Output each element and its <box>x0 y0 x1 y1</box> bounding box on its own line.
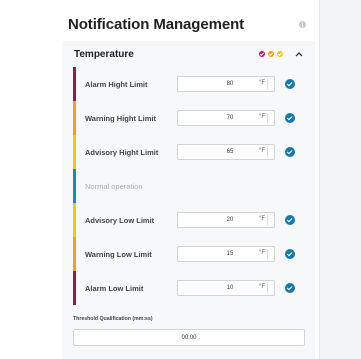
advisory-high-limit-input[interactable]: 65 °F <box>177 144 275 160</box>
field-divider <box>267 147 268 157</box>
temperature-section-header[interactable]: Temperature <box>62 41 316 67</box>
alarm-low-limit-input[interactable]: 10 °F <box>177 280 275 296</box>
limit-row-advisory-low: Advisory Low Limit 20 °F <box>73 203 316 237</box>
unit-label: °F <box>258 148 265 154</box>
field-divider <box>267 249 268 259</box>
row-color-bar <box>73 271 76 305</box>
info-icon[interactable] <box>296 18 308 30</box>
field-divider <box>267 215 268 225</box>
limit-row-warning-high: Warning Hight Limit 70 °F <box>73 101 316 135</box>
status-dots <box>259 49 304 59</box>
unit-label: °F <box>258 250 265 256</box>
threshold-qualification-label: Threshold Qualification (mm:ss) <box>73 316 153 322</box>
check-circle-icon[interactable] <box>285 249 295 259</box>
row-label: Warning Hight Limit <box>85 113 156 123</box>
page-title: Notification Management <box>68 15 245 33</box>
notification-card: Notification Management Temperature Alar… <box>0 0 320 359</box>
status-dot-advisory-icon <box>277 51 283 57</box>
normal-operation-row: Normal operation <box>73 169 316 203</box>
row-color-bar <box>73 237 76 271</box>
row-color-bar <box>73 203 76 237</box>
card-header: Notification Management <box>68 14 312 34</box>
threshold-qualification-input[interactable]: 00:00 <box>73 329 305 346</box>
check-circle-icon[interactable] <box>285 79 295 89</box>
row-label: Advisory Low Limit <box>85 215 155 225</box>
alarm-high-limit-input[interactable]: 80 °F <box>177 76 275 92</box>
limit-row-warning-low: Warning Low Limit 15 °F <box>73 237 316 271</box>
row-color-bar <box>73 135 76 169</box>
field-divider <box>267 79 268 89</box>
check-circle-icon[interactable] <box>285 283 295 293</box>
row-label: Alarm Low Limit <box>85 283 144 293</box>
check-circle-icon[interactable] <box>285 215 295 225</box>
check-circle-icon[interactable] <box>285 113 295 123</box>
status-dot-warning-icon <box>268 51 274 57</box>
row-color-bar <box>73 67 76 101</box>
check-circle-icon[interactable] <box>285 147 295 157</box>
warning-low-limit-input[interactable]: 15 °F <box>177 246 275 262</box>
status-dot-alarm-icon <box>259 51 265 57</box>
unit-label: °F <box>258 114 265 120</box>
unit-label: °F <box>258 80 265 86</box>
unit-label: °F <box>258 216 265 222</box>
field-divider <box>267 113 268 123</box>
row-label: Advisory Hight Limit <box>85 147 159 157</box>
limit-row-advisory-high: Advisory Hight Limit 65 °F <box>73 135 316 169</box>
row-color-bar <box>73 169 76 203</box>
warning-high-limit-input[interactable]: 70 °F <box>177 110 275 126</box>
row-color-bar <box>73 101 76 135</box>
limit-row-alarm-high: Alarm Hight Limit 80 °F <box>73 67 316 101</box>
row-label: Alarm Hight Limit <box>85 79 148 89</box>
temperature-panel: Temperature Alarm Hight Limit 80 °F Warn… <box>62 41 316 359</box>
chevron-up-icon[interactable] <box>294 49 304 59</box>
section-title: Temperature <box>74 48 134 60</box>
row-label: Warning Low Limit <box>85 249 152 259</box>
unit-label: °F <box>258 284 265 290</box>
advisory-low-limit-input[interactable]: 20 °F <box>177 212 275 228</box>
limit-row-alarm-low: Alarm Low Limit 10 °F <box>73 271 316 305</box>
field-divider <box>267 283 268 293</box>
row-label: Normal operation <box>85 181 143 191</box>
